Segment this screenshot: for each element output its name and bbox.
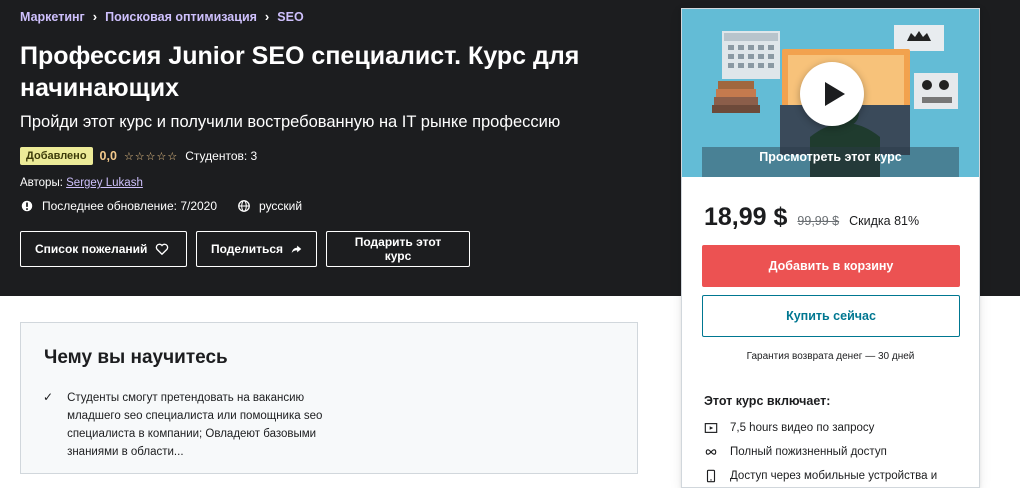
chevron-right-icon: › bbox=[92, 9, 98, 24]
add-to-cart-button[interactable]: Добавить в корзину bbox=[702, 245, 960, 287]
last-update: Последнее обновление: 7/2020 bbox=[42, 199, 218, 213]
includes-title: Этот курс включает: bbox=[704, 394, 831, 408]
rating-stars: ☆☆☆☆☆ bbox=[123, 150, 179, 163]
include-item-video: 7,5 hours видео по запросу bbox=[704, 421, 874, 435]
infinity-icon bbox=[705, 449, 717, 455]
include-lifetime-text: Полный пожизненный доступ bbox=[730, 446, 887, 458]
breadcrumb-item-seo[interactable]: SEO bbox=[277, 10, 303, 24]
share-button[interactable]: Поделиться bbox=[196, 231, 317, 267]
rating-value: 0,0 bbox=[99, 149, 117, 163]
learn-item-text: Студенты смогут претендовать на вакансию… bbox=[67, 392, 323, 458]
share-label: Поделиться bbox=[211, 242, 284, 256]
chevron-right-icon: › bbox=[264, 9, 270, 24]
course-subtitle: Пройди этот курс и получили востребованн… bbox=[20, 113, 561, 131]
breadcrumb: Маркетинг › Поисковая оптимизация › SEO bbox=[20, 9, 304, 24]
course-meta: Добавлено 0,0 ☆☆☆☆☆ Студентов: 3 bbox=[20, 147, 257, 165]
current-price: 18,99 $ bbox=[704, 203, 788, 231]
mobile-phone-icon bbox=[706, 469, 716, 483]
money-back-guarantee: Гарантия возврата денег — 30 дней bbox=[746, 351, 915, 362]
discount-label: Скидка 81% bbox=[849, 214, 920, 228]
original-price: 99,99 $ bbox=[797, 214, 840, 228]
heart-icon bbox=[156, 243, 169, 256]
wishlist-button[interactable]: Список пожеланий bbox=[20, 231, 187, 267]
share-arrow-icon bbox=[291, 245, 302, 254]
update-info: Последнее обновление: 7/2020 русский bbox=[20, 199, 302, 213]
check-icon: ✓ bbox=[43, 390, 54, 404]
added-badge: Добавлено bbox=[20, 147, 93, 165]
price-row: 18,99 $ 99,99 $ Скидка 81% bbox=[704, 203, 919, 232]
purchase-sidebar: Просмотреть этот курс 18,99 $ 99,99 $ Ск… bbox=[681, 8, 980, 488]
breadcrumb-item-seo-optimization[interactable]: Поисковая оптимизация bbox=[105, 10, 257, 24]
include-video-text: 7,5 hours видео по запросу bbox=[730, 422, 875, 434]
authors-label: Авторы: bbox=[20, 177, 63, 189]
learn-title: Чему вы научитесь bbox=[44, 347, 228, 368]
breadcrumb-item-marketing[interactable]: Маркетинг bbox=[20, 10, 85, 24]
gift-label: Подарить этот курс bbox=[354, 235, 442, 263]
what-you-will-learn: Чему вы научитесь ✓ Студенты смогут прет… bbox=[20, 322, 638, 474]
hero-actions: Список пожеланий Поделиться Подарить это… bbox=[20, 231, 470, 267]
globe-icon bbox=[238, 200, 250, 212]
play-button[interactable] bbox=[800, 62, 864, 126]
video-icon bbox=[704, 423, 718, 433]
preview-label[interactable]: Просмотреть этот курс bbox=[682, 150, 979, 164]
course-title: Профессия Junior SEO специалист. Курс дл… bbox=[20, 42, 580, 102]
include-item-mobile: Доступ через мобильные устройства и bbox=[704, 469, 937, 483]
course-preview[interactable]: Просмотреть этот курс bbox=[682, 9, 979, 177]
include-mobile-text: Доступ через мобильные устройства и bbox=[730, 470, 938, 482]
buy-now-button[interactable]: Купить сейчас bbox=[702, 295, 960, 337]
include-item-lifetime: Полный пожизненный доступ bbox=[704, 445, 887, 459]
course-language: русский bbox=[259, 199, 303, 213]
students-count: Студентов: 3 bbox=[185, 149, 258, 163]
author-link[interactable]: Sergey Lukash bbox=[66, 177, 143, 189]
authors: Авторы: Sergey Lukash bbox=[20, 177, 143, 189]
learn-item: ✓ Студенты смогут претендовать на ваканс… bbox=[43, 389, 327, 461]
gift-course-button[interactable]: Подарить этот курс bbox=[326, 231, 470, 267]
alert-badge-icon bbox=[21, 200, 33, 212]
wishlist-label: Список пожеланий bbox=[35, 242, 148, 256]
